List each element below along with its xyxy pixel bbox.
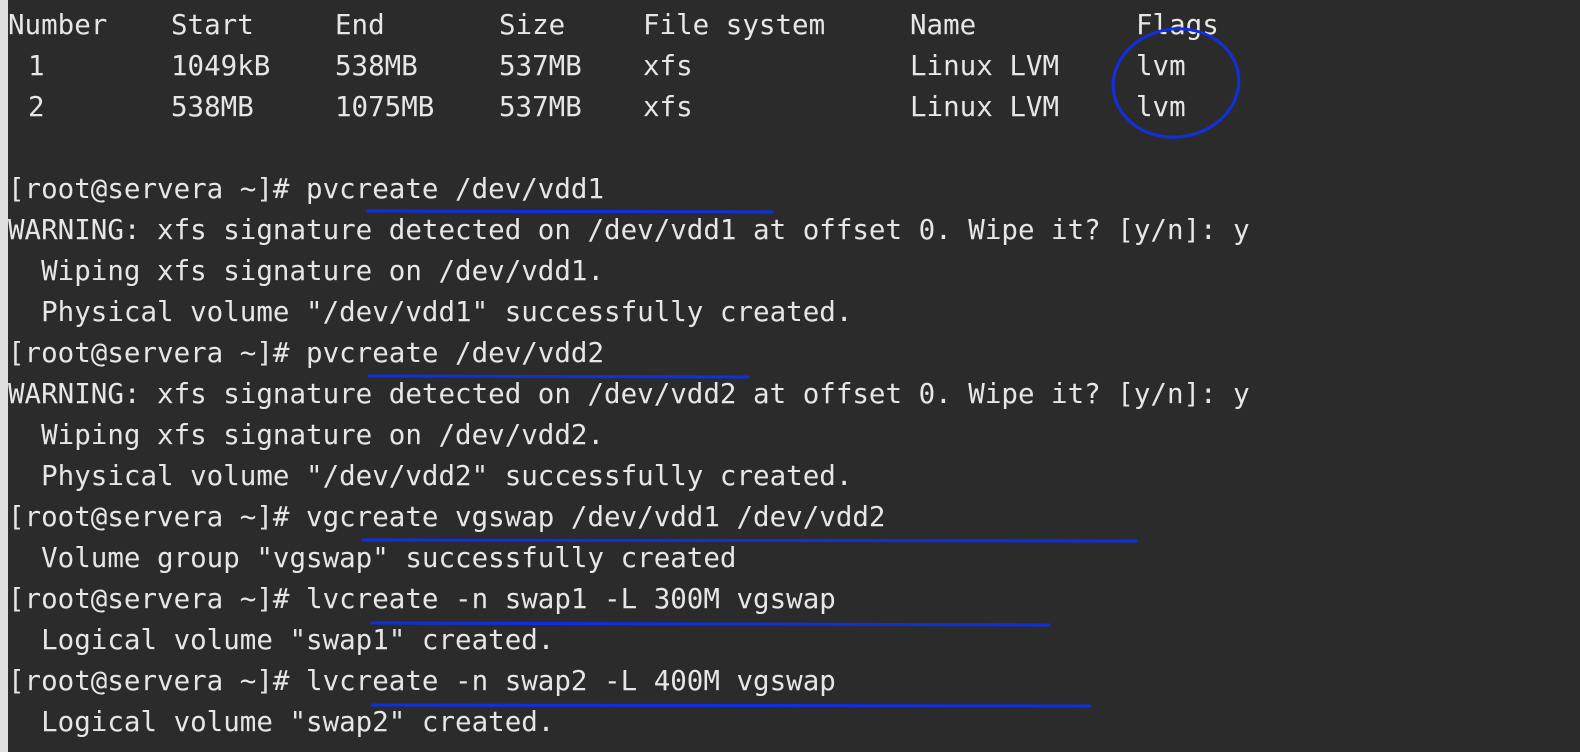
partition-row: 1 1049kB 538MB 537MB xfs Linux LVM lvm — [8, 46, 1186, 87]
partition-start: 1049kB — [171, 50, 271, 82]
terminal-window[interactable]: Number Start End Size File system Name F… — [8, 0, 1580, 752]
partition-size: 537MB — [499, 91, 582, 123]
output-line: Wiping xfs signature on /dev/vdd1. — [8, 255, 605, 287]
header-start: Start — [171, 9, 254, 41]
output-line: Logical volume "swap1" created. — [8, 624, 555, 656]
partition-start: 538MB — [171, 91, 254, 123]
partition-end: 538MB — [335, 50, 418, 82]
partition-flags: lvm — [1136, 50, 1186, 82]
prompt-command-line: [root@servera ~]# lvcreate -n swap1 -L 3… — [8, 583, 836, 615]
header-number: Number — [8, 9, 108, 41]
partition-name: Linux LVM — [910, 50, 1060, 82]
header-size: Size — [499, 9, 566, 41]
partition-flags: lvm — [1136, 91, 1186, 123]
prompt-command-line: [root@servera ~]# pvcreate /dev/vdd1 — [8, 173, 605, 205]
partition-name: Linux LVM — [910, 91, 1060, 123]
output-line: Physical volume "/dev/vdd1" successfully… — [8, 296, 853, 328]
output-line: Logical volume "swap2" created. — [8, 706, 555, 738]
prompt-command-line: [root@servera ~]# vgcreate vgswap /dev/v… — [8, 501, 886, 533]
prompt-command-line: [root@servera ~]# lvcreate -n swap2 -L 4… — [8, 665, 836, 697]
output-line: Volume group "vgswap" successfully creat… — [8, 542, 737, 574]
partition-size: 537MB — [499, 50, 582, 82]
header-file-system: File system — [643, 9, 826, 41]
partition-file-system: xfs — [643, 91, 693, 123]
warning-line: WARNING: xfs signature detected on /dev/… — [8, 214, 1250, 246]
warning-line: WARNING: xfs signature detected on /dev/… — [8, 378, 1250, 410]
partition-row: 2 538MB 1075MB 537MB xfs Linux LVM lvm — [8, 87, 1186, 128]
partition-end: 1075MB — [335, 91, 435, 123]
header-name: Name — [910, 9, 977, 41]
prompt-command-line: [root@servera ~]# pvcreate /dev/vdd2 — [8, 337, 605, 369]
partition-number: 2 — [28, 91, 45, 123]
output-line: Physical volume "/dev/vdd2" successfully… — [8, 460, 853, 492]
header-end: End — [335, 9, 385, 41]
partition-file-system: xfs — [643, 50, 693, 82]
partition-table-header: Number Start End Size File system Name F… — [8, 5, 1219, 46]
partition-number: 1 — [28, 50, 45, 82]
output-line: Wiping xfs signature on /dev/vdd2. — [8, 419, 605, 451]
header-flags: Flags — [1136, 9, 1219, 41]
